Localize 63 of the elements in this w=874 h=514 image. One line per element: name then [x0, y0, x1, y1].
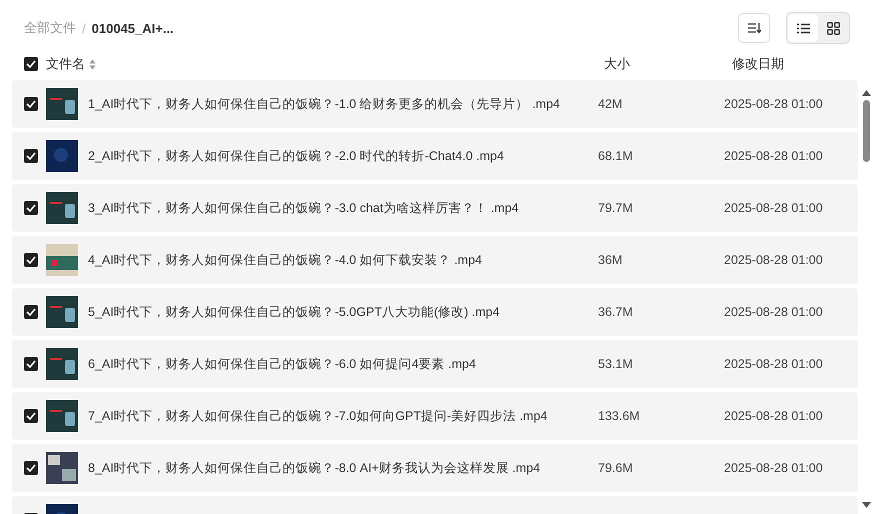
file-size: 42M	[598, 97, 624, 111]
sort-button[interactable]	[738, 13, 770, 43]
scroll-up-icon	[862, 90, 870, 96]
row-checkbox[interactable]	[24, 461, 38, 475]
file-row[interactable]: 8_AI时代下，财务人如何保住自己的饭碗？-8.0 AI+财务我认为会这样发展 .mp4 79.6M 2025-08-28 01:00	[12, 444, 858, 492]
file-name[interactable]: 5_AI时代下，财务人如何保住自己的饭碗？-5.0GPT八大功能(修改) .mp4	[88, 304, 598, 320]
file-name[interactable]: 6_AI时代下，财务人如何保住自己的饭碗？-6.0 如何提问4要素 .mp4	[88, 356, 598, 372]
grid-icon	[826, 22, 840, 34]
column-header: 修改日期	[732, 55, 784, 73]
scroll-thumb[interactable]	[862, 100, 870, 162]
list-icon	[796, 22, 810, 34]
file-size: 36M	[598, 253, 624, 267]
sort-icon	[747, 22, 761, 34]
modified-date: 2025-08-28 01:00	[724, 97, 823, 111]
row-checkbox[interactable]	[24, 357, 38, 371]
file-size: 36.7M	[598, 305, 634, 319]
list-view-button[interactable]	[788, 14, 818, 42]
file-row[interactable]: 7_AI时代下，财务人如何保住自己的饭碗？-7.0如何向GPT提问-美好四步法 .mp4 133.6M 2025-08-28 01:00	[12, 392, 858, 440]
breadcrumb-item: 010045_AI+...	[92, 20, 174, 36]
video-thumbnail-placeholder	[46, 88, 78, 120]
row-checkbox[interactable]	[24, 149, 38, 163]
video-thumbnail-placeholder	[46, 140, 78, 172]
breadcrumb-separator: /	[82, 20, 86, 36]
file-row[interactable]: 6_AI时代下，财务人如何保住自己的饭碗？-6.0 如何提问4要素 .mp4 53.1M 2025-08-28 01:00	[12, 340, 858, 388]
file-name[interactable]: 8_AI时代下，财务人如何保住自己的饭碗？-8.0 AI+财务我认为会这样发展 .mp4	[88, 460, 598, 476]
row-checkbox[interactable]	[24, 253, 38, 267]
file-name[interactable]: 4_AI时代下，财务人如何保住自己的饭碗？-4.0 如何下载安装？ .mp4	[88, 252, 598, 268]
file-name[interactable]: 2_AI时代下，财务人如何保住自己的饭碗？-2.0 时代的转折-Chat4.0 .mp4	[88, 148, 598, 164]
file-name[interactable]: 1_AI时代下，财务人如何保住自己的饭碗？-1.0 给财务更多的机会（先导片） .mp4	[88, 96, 598, 112]
file-size: 53.1M	[598, 357, 634, 371]
video-thumbnail-placeholder	[46, 296, 78, 328]
video-thumbnail-placeholder	[46, 400, 78, 432]
file-row[interactable]: 1_AI时代下，财务人如何保住自己的饭碗？-1.0 给财务更多的机会（先导片） .mp4 42M 2025-08-28 01:00	[12, 80, 858, 128]
modified-date: 2025-08-28 01:00	[724, 461, 823, 475]
row-checkbox[interactable]	[24, 201, 38, 215]
file-size: 133.6M	[598, 409, 641, 423]
video-thumbnail-placeholder	[46, 452, 78, 484]
row-checkbox[interactable]	[24, 409, 38, 423]
file-name[interactable]: 7_AI时代下，财务人如何保住自己的饭碗？-7.0如何向GPT提问-美好四步法 .mp4	[88, 408, 598, 424]
modified-date: 2025-08-28 01:00	[724, 201, 823, 215]
row-checkbox[interactable]	[24, 305, 38, 319]
file-name[interactable]: 3_AI时代下，财务人如何保住自己的饭碗？-3.0 chat为啥这样厉害？！ .mp4	[88, 200, 598, 216]
column-header: 大小	[604, 55, 630, 73]
modified-date: 2025-08-28 01:00	[724, 357, 823, 371]
modified-date: 2025-08-28 01:00	[724, 305, 823, 319]
column-header[interactable]: 文件名	[46, 55, 85, 73]
sort-icon	[89, 58, 96, 70]
file-row[interactable]: 3_AI时代下，财务人如何保住自己的饭碗？-3.0 chat为啥这样厉害？！ .mp4 79.7M 2025-08-28 01:00	[12, 184, 858, 232]
scroll-down-icon	[862, 502, 870, 508]
file-size: 79.7M	[598, 201, 634, 215]
file-row[interactable]: 4_AI时代下，财务人如何保住自己的饭碗？-4.0 如何下载安装？ .mp4 36M 2025-08-28 01:00	[12, 236, 858, 284]
select-all-checkbox[interactable]	[24, 57, 38, 71]
file-size: 79.6M	[598, 461, 634, 475]
video-thumbnail-placeholder	[46, 192, 78, 224]
video-thumbnail-placeholder	[46, 244, 78, 276]
file-row[interactable]: 2_AI时代下，财务人如何保住自己的饭碗？-2.0 时代的转折-Chat4.0 .mp4 68.1M 2025-08-28 01:00	[12, 132, 858, 180]
modified-date: 2025-08-28 01:00	[724, 253, 823, 267]
file-size: 68.1M	[598, 149, 634, 163]
modified-date: 2025-08-28 01:00	[724, 149, 823, 163]
video-thumbnail-placeholder	[46, 348, 78, 380]
modified-date: 2025-08-28 01:00	[724, 409, 823, 423]
row-checkbox[interactable]	[24, 97, 38, 111]
file-row[interactable]: 5_AI时代下，财务人如何保住自己的饭碗？-5.0GPT八大功能(修改) .mp4 36.7M 2025-08-28 01:00	[12, 288, 858, 336]
